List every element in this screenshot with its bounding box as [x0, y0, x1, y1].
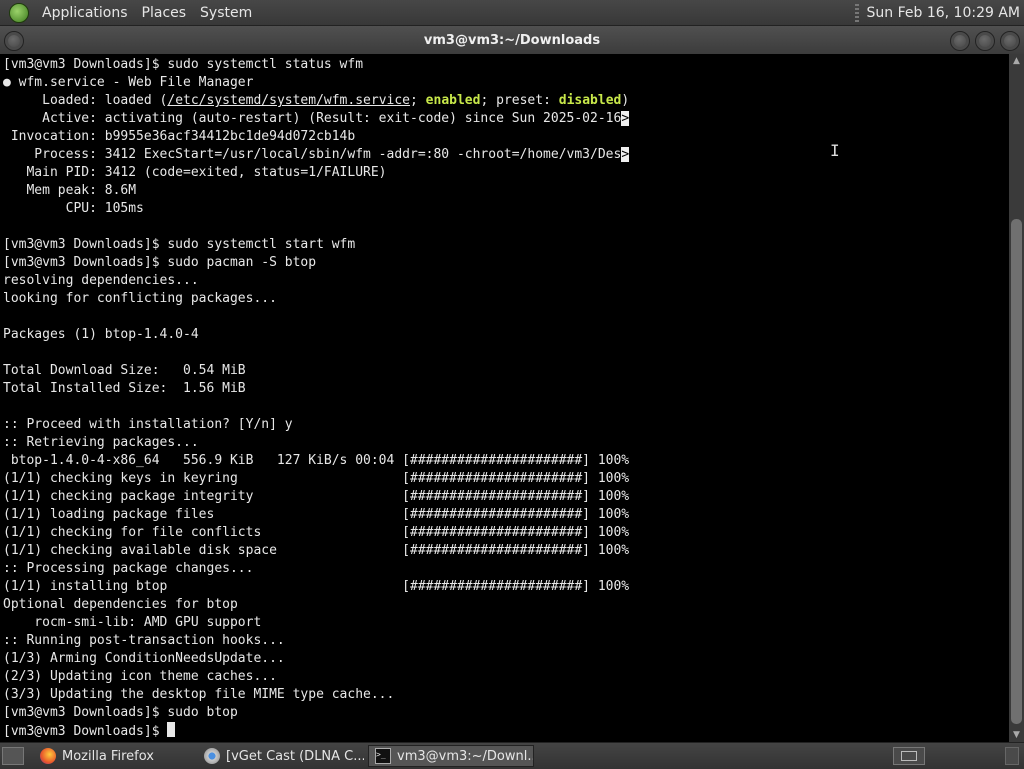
show-desktop-button[interactable] — [2, 747, 24, 765]
terminal-line: :: Proceed with installation? [Y/n] y — [3, 417, 293, 432]
terminal-line: :: Running post-transaction hooks... — [3, 633, 285, 648]
minimize-button[interactable] — [950, 31, 970, 51]
window-title: vm3@vm3:~/Downloads — [423, 32, 601, 48]
terminal-line: (1/1) checking for file conflicts [#####… — [3, 525, 630, 540]
trash-icon[interactable] — [1005, 747, 1019, 765]
workspace-switcher[interactable] — [893, 747, 925, 765]
terminal-line: resolving dependencies... — [3, 273, 199, 288]
terminal-icon: >_ — [375, 748, 391, 764]
terminal-line: Process: 3412 ExecStart=/usr/local/sbin/… — [3, 147, 630, 162]
terminal-line: btop-1.4.0-4-x86_64 556.9 KiB 127 KiB/s … — [3, 453, 630, 468]
terminal-line: (2/3) Updating icon theme caches... — [3, 669, 277, 684]
truncation-marker: > — [621, 147, 630, 162]
close-button[interactable] — [1000, 31, 1020, 51]
task-label: [vGet Cast (DLNA C... — [226, 748, 364, 764]
terminal-line: [vm3@vm3 Downloads]$ sudo btop — [3, 705, 238, 720]
terminal-line: looking for conflicting packages... — [3, 291, 277, 306]
task-terminal[interactable]: >_ vm3@vm3:~/Downl... — [368, 745, 534, 767]
terminal-cursor — [167, 722, 176, 737]
chrome-icon — [204, 748, 220, 764]
workspace-icon — [901, 751, 917, 761]
terminal-line: rocm-smi-lib: AMD GPU support — [3, 615, 262, 630]
menu-applications[interactable]: Applications — [42, 5, 128, 21]
terminal-line: ● wfm.service - Web File Manager — [3, 75, 254, 90]
terminal-line: [vm3@vm3 Downloads]$ sudo systemctl star… — [3, 237, 356, 252]
terminal-line: [vm3@vm3 Downloads]$ sudo pacman -S btop — [3, 255, 317, 270]
panel-grip-icon[interactable] — [854, 3, 859, 22]
terminal-line: (1/3) Arming ConditionNeedsUpdate... — [3, 651, 285, 666]
menu-system[interactable]: System — [200, 5, 252, 21]
firefox-icon — [40, 748, 56, 764]
clock[interactable]: Sun Feb 16, 10:29 AM — [867, 5, 1021, 21]
terminal-scrollbar[interactable]: ▲ ▼ — [1009, 54, 1024, 742]
terminal-line: :: Retrieving packages... — [3, 435, 199, 450]
terminal-line: (1/1) loading package files [###########… — [3, 507, 630, 522]
terminal-line: (1/1) checking available disk space [###… — [3, 543, 630, 558]
distro-logo-icon[interactable] — [9, 2, 29, 23]
terminal-line: Optional dependencies for btop — [3, 597, 238, 612]
terminal-line: Total Download Size: 0.54 MiB — [3, 363, 246, 378]
terminal-line: Total Installed Size: 1.56 MiB — [3, 381, 246, 396]
terminal-output[interactable]: [vm3@vm3 Downloads]$ sudo systemctl stat… — [0, 54, 1009, 744]
terminal-line: Active: activating (auto-restart) (Resul… — [3, 111, 630, 126]
maximize-button[interactable] — [975, 31, 995, 51]
menu-places[interactable]: Places — [142, 5, 187, 21]
terminal-line: (1/1) checking package integrity [######… — [3, 489, 630, 504]
terminal-line: (1/1) installing btop [#################… — [3, 579, 630, 594]
terminal-line: :: Processing package changes... — [3, 561, 254, 576]
terminal-line: Mem peak: 8.6M — [3, 183, 137, 198]
terminal-line: Main PID: 3412 (code=exited, status=1/FA… — [3, 165, 387, 180]
window-titlebar[interactable]: vm3@vm3:~/Downloads — [0, 26, 1024, 54]
truncation-marker: > — [621, 111, 630, 126]
window-menu-button[interactable] — [4, 31, 24, 51]
bottom-taskbar: Mozilla Firefox [vGet Cast (DLNA C... >_… — [0, 742, 1024, 769]
task-label: Mozilla Firefox — [62, 748, 154, 764]
terminal-line: Packages (1) btop-1.4.0-4 — [3, 327, 199, 342]
scroll-down-icon[interactable]: ▼ — [1009, 728, 1024, 742]
task-vget-cast[interactable]: [vGet Cast (DLNA C... — [198, 745, 364, 767]
task-firefox[interactable]: Mozilla Firefox — [34, 745, 194, 767]
terminal-line: (3/3) Updating the desktop file MIME typ… — [3, 687, 395, 702]
terminal-line: (1/1) checking keys in keyring [########… — [3, 471, 630, 486]
terminal-line: Invocation: b9955e36acf34412bc1de94d072c… — [3, 129, 356, 144]
terminal-line: [vm3@vm3 Downloads]$ — [0, 722, 1009, 740]
top-panel: Applications Places System Sun Feb 16, 1… — [0, 0, 1024, 26]
terminal-line: Loaded: loaded (/etc/systemd/system/wfm.… — [3, 93, 630, 108]
terminal-line: CPU: 105ms — [3, 201, 144, 216]
terminal-line: [vm3@vm3 Downloads]$ sudo systemctl stat… — [3, 57, 364, 72]
task-label: vm3@vm3:~/Downl... — [397, 748, 534, 764]
scroll-up-icon[interactable]: ▲ — [1009, 54, 1024, 68]
scroll-thumb[interactable] — [1011, 219, 1022, 724]
text-cursor-icon: I — [830, 141, 840, 160]
